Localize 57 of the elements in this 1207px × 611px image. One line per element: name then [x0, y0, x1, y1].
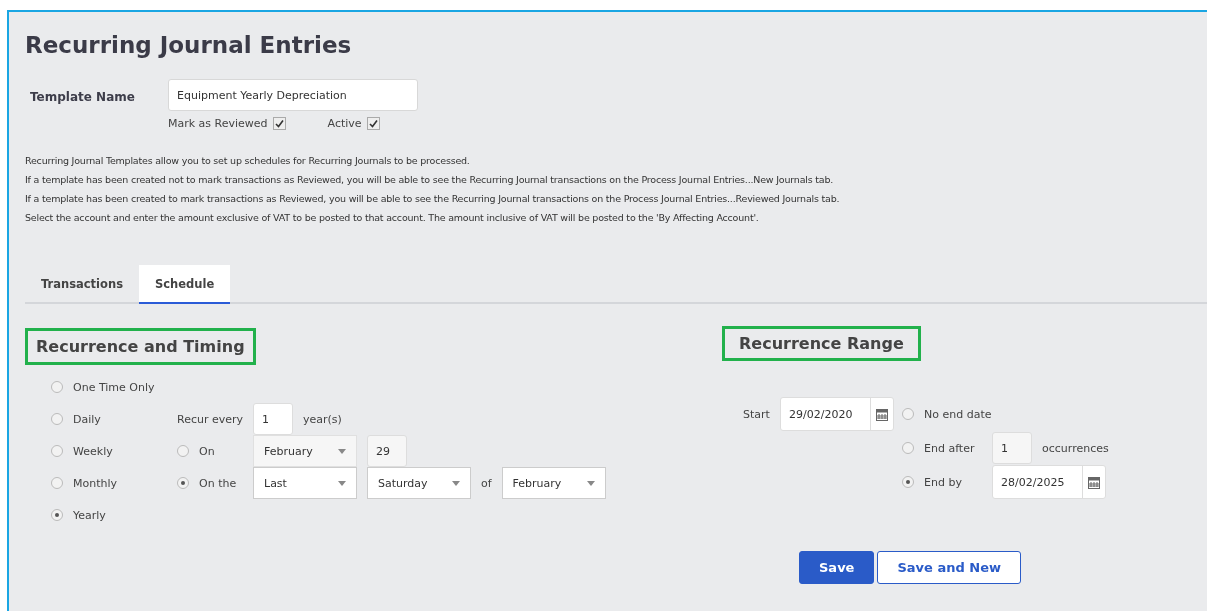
field-label: Start: [743, 407, 771, 421]
occurrence-count-field[interactable]: 1: [992, 432, 1032, 464]
recur-interval-field[interactable]: 1: [253, 403, 293, 435]
connector-label: of: [481, 476, 492, 490]
info-text: If a template has been created not to mark transactions as Reviewed, you will be able to see the Recurring Journal transactions on the Process Journal Entries...New Journals tab.: [25, 173, 835, 187]
radio-button[interactable]: [51, 477, 63, 489]
info-text: Select the account and enter the amount exclusive of VAT to be posted to that account. The amount inclusive of VAT will be posted to the 'By Affecting Account'.: [25, 211, 760, 225]
radio-label: On the: [199, 476, 237, 490]
caret-icon: [586, 480, 595, 486]
info-text: If a template has been created to mark transactions as Reviewed, you will be able to see the Recurring Journal transactions on the Process Journal Entries...Reviewed Journals tab.: [25, 192, 841, 206]
save-and-new-button[interactable]: Save and New: [877, 551, 1021, 584]
calendar-icon: [1088, 475, 1100, 489]
info-text: Recurring Journal Templates allow you to set up schedules for Recurring Journals to be processed.: [25, 154, 471, 168]
section-heading: Recurrence Range: [722, 326, 921, 361]
radio-label: Weekly: [73, 444, 113, 458]
radio-label: End after: [924, 441, 975, 455]
caret-icon: [452, 480, 460, 486]
radio-button[interactable]: [902, 476, 914, 488]
checkbox[interactable]: [272, 117, 286, 130]
save-button[interactable]: Save: [799, 551, 875, 584]
day-field[interactable]: 29: [367, 435, 407, 467]
radio-button[interactable]: [51, 509, 63, 521]
radio-label: Daily: [73, 412, 101, 426]
field-label: Recur every: [177, 412, 245, 426]
page-title: Recurring Journal Entries: [25, 32, 353, 58]
radio-button[interactable]: [177, 477, 189, 489]
month-dropdown[interactable]: February: [501, 467, 606, 499]
radio-label: Monthly: [73, 476, 118, 490]
calendar-icon: [876, 407, 888, 421]
radio-label: No end date: [924, 407, 992, 421]
checkbox[interactable]: [366, 117, 380, 130]
ordinal-dropdown[interactable]: Last: [253, 467, 357, 499]
radio-button[interactable]: [177, 445, 189, 457]
tab[interactable]: Schedule: [139, 265, 231, 304]
unit-label: year(s): [303, 412, 342, 426]
radio-button[interactable]: [51, 445, 63, 457]
radio-button[interactable]: [51, 381, 63, 393]
weekday-dropdown[interactable]: Saturday: [367, 467, 471, 499]
start-date-field[interactable]: 29/02/2020: [780, 397, 894, 431]
caret-icon: [338, 480, 346, 486]
tab[interactable]: Transactions: [25, 265, 139, 304]
section-heading: Recurrence and Timing: [25, 328, 256, 365]
caret-icon: [338, 448, 346, 454]
radio-button[interactable]: [902, 408, 914, 420]
checkbox-label: Mark as Reviewed: [168, 117, 268, 130]
radio-button[interactable]: [902, 442, 914, 454]
radio-button[interactable]: [51, 413, 63, 425]
radio-label: Yearly: [73, 508, 106, 522]
end-date-field[interactable]: 28/02/2025: [992, 465, 1106, 499]
month-dropdown[interactable]: February: [253, 435, 357, 467]
unit-label: occurrences: [1042, 441, 1109, 455]
radio-label: On: [199, 444, 215, 458]
template-name-field[interactable]: Equipment Yearly Depreciation: [168, 79, 418, 111]
radio-label: One Time Only: [73, 380, 155, 394]
field-label: Template Name: [30, 89, 136, 106]
radio-label: End by: [924, 475, 962, 489]
checkbox-label: Active: [327, 117, 362, 130]
